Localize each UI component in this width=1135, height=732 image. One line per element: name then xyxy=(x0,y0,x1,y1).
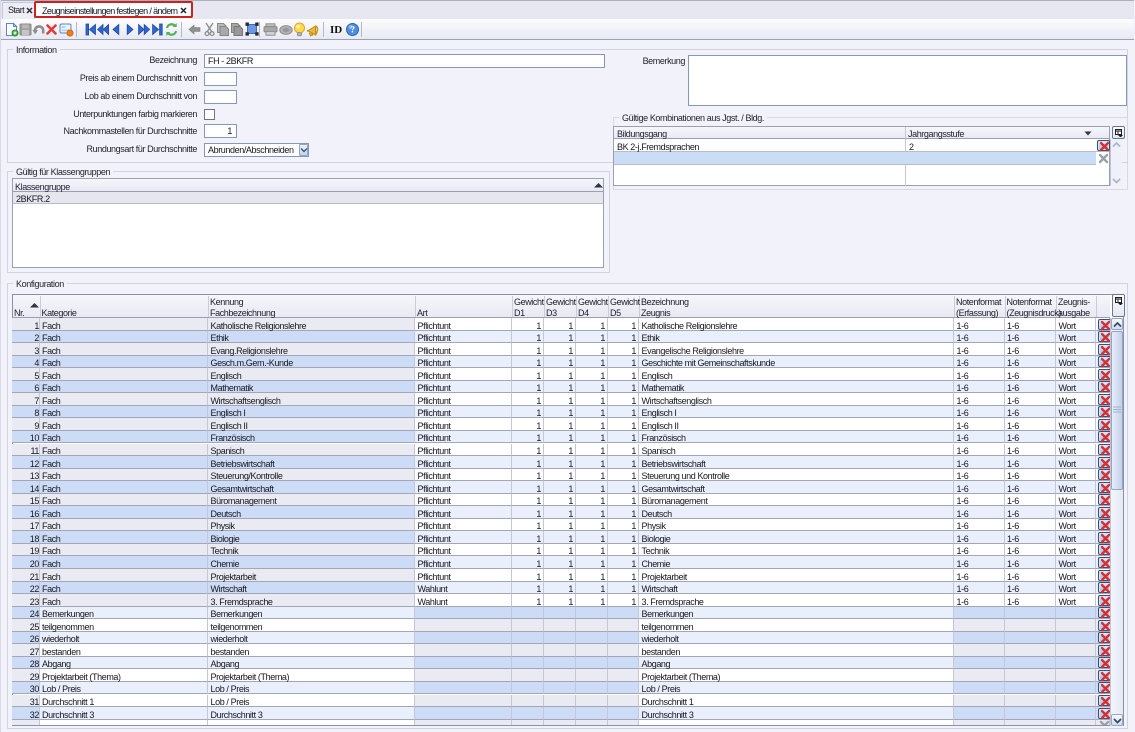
svg-text:?: ? xyxy=(350,25,354,35)
